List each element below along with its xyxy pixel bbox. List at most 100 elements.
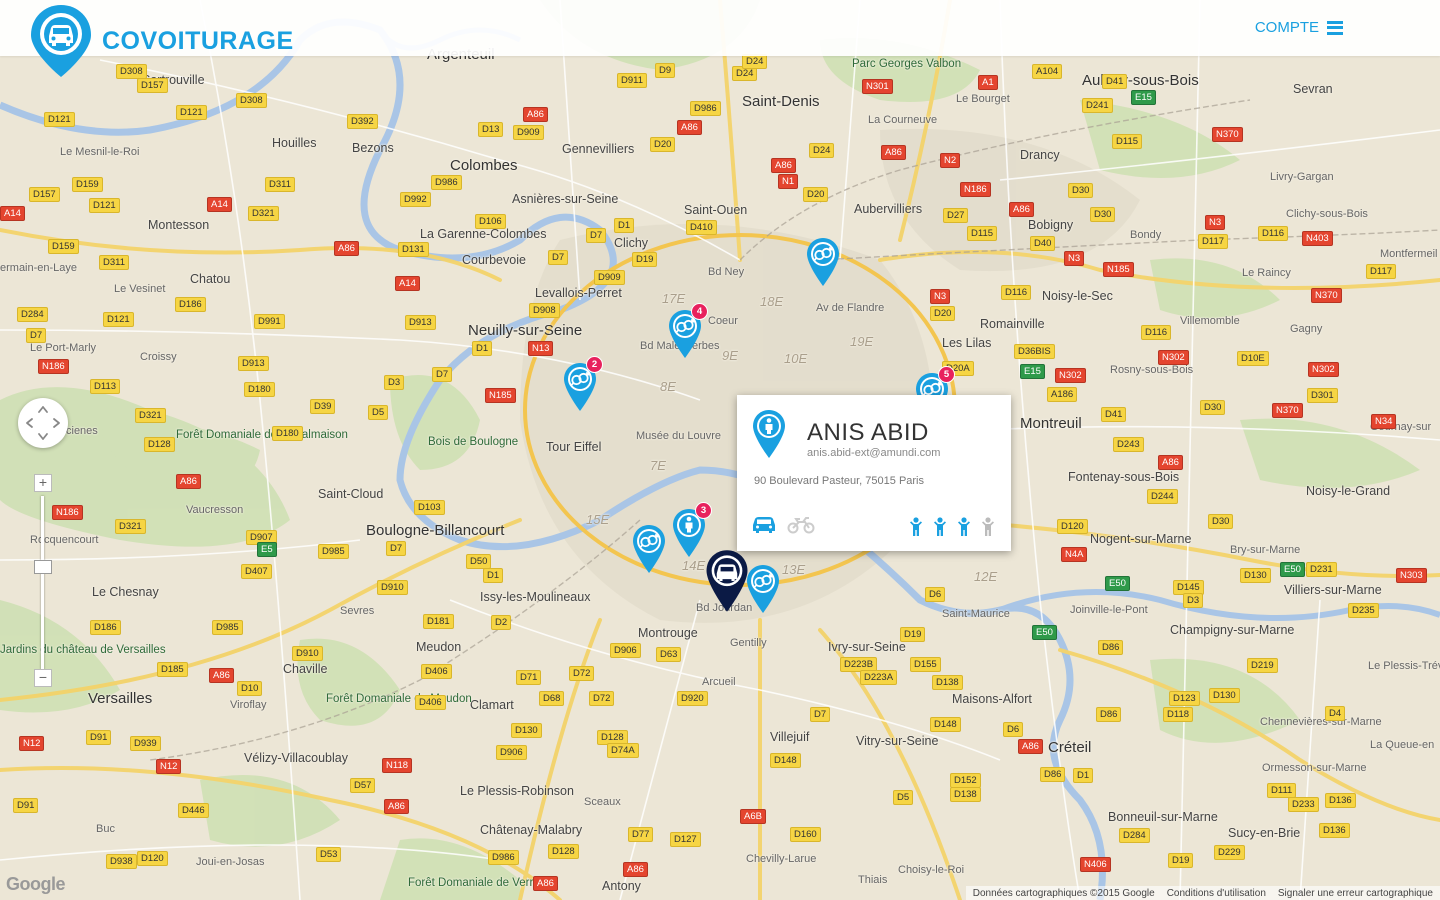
terms-link[interactable]: Conditions d'utilisation — [1167, 888, 1266, 899]
brand-title[interactable]: COVOITURAGE — [102, 27, 294, 56]
map-place-label: Gentilly — [730, 637, 767, 649]
map-place-label: Champigny-sur-Marne — [1170, 623, 1295, 637]
road-badge: D311 — [265, 177, 296, 192]
road-badge: D7 — [432, 367, 453, 382]
zoom-out-button[interactable]: − — [34, 669, 52, 687]
road-badge: E50 — [1032, 625, 1057, 640]
road-badge: D911 — [617, 73, 648, 88]
map-place-label: Colombes — [450, 157, 518, 174]
map-place-label: Coeur — [708, 315, 738, 327]
road-badge: A86 — [209, 668, 234, 683]
map-place-label: Châtenay-Malabry — [480, 823, 583, 837]
road-badge: D7 — [548, 250, 569, 265]
map-place-label: Clichy — [614, 236, 649, 250]
road-badge: D986 — [690, 101, 721, 116]
map-place-label: Saint-Denis — [742, 93, 820, 110]
road-badge: N13 — [528, 341, 554, 356]
road-badge: D72 — [589, 691, 615, 706]
road-badge: N403 — [1302, 231, 1333, 246]
map-place-label: Le Raincy — [1242, 267, 1291, 279]
zoom-slider-track[interactable] — [41, 496, 44, 670]
road-badge: A6B — [740, 809, 766, 824]
map-place-label: Chevilly-Larue — [746, 853, 817, 865]
road-badge: A14 — [395, 276, 420, 291]
group-marker-icon[interactable] — [632, 524, 666, 574]
user-info-popup[interactable]: ANIS ABID anis.abid-ext@amundi.com 90 Bo… — [737, 395, 1011, 551]
road-badge: D906 — [496, 745, 527, 760]
arrondissement-label: 13E — [782, 562, 806, 577]
road-badge: D53 — [316, 847, 342, 862]
group-marker-icon[interactable]: 4 — [668, 303, 708, 359]
road-badge: D7 — [26, 328, 47, 343]
arrondissement-label: 15E — [586, 512, 610, 527]
map-place-label: Bezons — [352, 141, 394, 155]
map-place-label: Joui-en-Josas — [196, 856, 265, 868]
person-marker-icon[interactable]: 3 — [672, 502, 712, 558]
road-badge: D86 — [1040, 767, 1066, 782]
map-place-label: Villejuif — [770, 730, 810, 744]
road-badge: D116 — [1001, 285, 1032, 300]
map-place-label: Bois de Boulogne — [428, 436, 519, 448]
selected-car-marker-icon[interactable] — [705, 549, 748, 612]
road-badge: N406 — [1080, 857, 1111, 872]
road-badge: N302 — [1308, 362, 1339, 377]
map-place-label: Rosny-sous-Bois — [1110, 364, 1194, 376]
road-badge: D392 — [347, 114, 378, 129]
road-badge: D116 — [1258, 226, 1289, 241]
road-badge: D908 — [529, 303, 560, 318]
map-place-label: Thiais — [858, 874, 888, 886]
road-badge: D155 — [910, 657, 941, 672]
road-badge: D3 — [384, 375, 405, 390]
motorbike-icon[interactable] — [787, 516, 815, 534]
road-badge: D986 — [488, 850, 519, 865]
road-badge: D7 — [386, 541, 407, 556]
group-marker-icon[interactable] — [746, 564, 780, 614]
road-badge: D939 — [130, 736, 161, 751]
report-error-link[interactable]: Signaler une erreur cartographique — [1278, 888, 1433, 899]
map-place-label: Forêt Domaniale de la Malmaison — [176, 429, 348, 441]
road-badge: D103 — [414, 500, 445, 515]
pan-arrows-icon[interactable] — [18, 398, 68, 448]
map-place-label: Bondy — [1130, 229, 1162, 241]
road-badge: A186 — [1047, 387, 1078, 402]
road-badge: D244 — [1147, 489, 1178, 504]
road-badge: N303 — [1396, 568, 1427, 583]
road-badge: N370 — [1311, 288, 1342, 303]
road-badge: D219 — [1247, 658, 1278, 673]
road-badge: D157 — [137, 78, 168, 93]
group-marker-icon[interactable] — [806, 237, 840, 287]
road-badge: D321 — [115, 519, 146, 534]
map-place-label: Ivry-sur-Seine — [828, 640, 906, 654]
map-place-label: Montfermeil — [1380, 248, 1438, 260]
group-marker-icon[interactable]: 2 — [563, 356, 603, 412]
google-logo[interactable]: Google — [6, 874, 66, 895]
map-data-credit: Données cartographiques ©2015 Google — [972, 887, 1155, 899]
map-place-label: Saint-Cloud — [318, 487, 384, 501]
road-badge: D284 — [17, 307, 48, 322]
popup-user-email[interactable]: anis.abid-ext@amundi.com — [807, 447, 940, 459]
zoom-slider-handle[interactable] — [34, 559, 52, 574]
account-menu-button[interactable]: COMPTE — [1255, 19, 1343, 36]
road-badge: D1 — [614, 218, 635, 233]
road-badge: D284 — [1119, 828, 1150, 843]
map-place-label: Montesson — [148, 218, 210, 232]
road-badge: A1 — [978, 75, 998, 90]
road-badge: N186 — [38, 359, 69, 374]
zoom-in-button[interactable]: + — [34, 474, 52, 492]
car-pin-logo-icon[interactable] — [29, 3, 93, 79]
road-badge: D77 — [628, 827, 654, 842]
pan-control[interactable] — [18, 398, 68, 448]
road-badge: D19 — [1168, 853, 1194, 868]
road-badge: D130 — [511, 723, 542, 738]
road-badge: N370 — [1212, 127, 1243, 142]
car-icon[interactable] — [751, 516, 777, 534]
map-place-label: Sevres — [340, 605, 375, 617]
road-badge: E15 — [1020, 364, 1045, 379]
road-badge: D130 — [1240, 568, 1271, 583]
map-place-label: Le Bourget — [956, 93, 1010, 105]
road-badge: D913 — [238, 356, 269, 371]
road-badge: D906 — [610, 643, 641, 658]
road-badge: D121 — [44, 112, 75, 127]
road-badge: D41 — [1102, 74, 1128, 89]
road-badge: D321 — [135, 408, 166, 423]
